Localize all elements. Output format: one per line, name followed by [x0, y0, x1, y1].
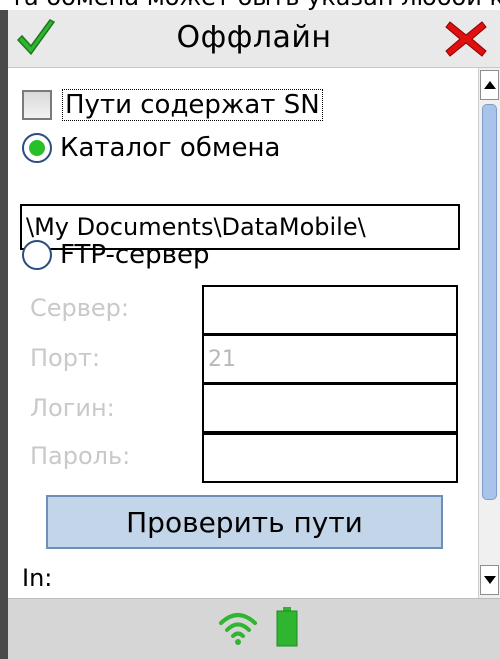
scroll-down-button[interactable]	[480, 565, 499, 595]
server-label: Сервер:	[30, 294, 129, 322]
paths-sn-label[interactable]: Пути содержат SN	[62, 89, 323, 121]
check-paths-button[interactable]: Проверить пути	[46, 495, 443, 549]
login-input[interactable]	[202, 383, 458, 433]
battery-icon	[276, 607, 298, 647]
window-title: Оффлайн	[176, 20, 332, 55]
exchange-dir-label[interactable]: Каталог обмена	[60, 133, 280, 163]
password-input[interactable]	[202, 433, 458, 483]
background-text: та обмена может быть указан любой катало…	[10, 0, 500, 10]
ftp-row[interactable]: FTP-сервер	[8, 240, 210, 270]
wifi-icon	[219, 613, 257, 645]
scroll-thumb[interactable]	[482, 104, 497, 500]
in-label: In:	[22, 564, 53, 592]
background-text-strip: та обмена может быть указан любой катало…	[0, 0, 500, 10]
arrow-down-icon	[483, 576, 496, 584]
paths-sn-checkbox[interactable]	[22, 90, 52, 120]
port-label: Порт:	[30, 344, 101, 372]
password-label: Пароль:	[30, 442, 131, 470]
login-label: Логин:	[30, 394, 115, 422]
arrow-up-icon	[483, 81, 496, 89]
close-x-icon[interactable]	[444, 18, 488, 60]
left-border	[0, 10, 8, 659]
offline-settings-window: Оффлайн Пути содержат SN Каталог обмена …	[8, 10, 500, 659]
exchange-dir-radio[interactable]	[22, 133, 52, 163]
vertical-scrollbar[interactable]	[478, 68, 500, 598]
settings-content: Пути содержат SN Каталог обмена \My Docu…	[8, 68, 478, 598]
ftp-label[interactable]: FTP-сервер	[60, 240, 210, 270]
exchange-dir-row[interactable]: Каталог обмена	[8, 133, 280, 163]
server-input[interactable]	[202, 285, 458, 335]
title-bar: Оффлайн	[8, 10, 500, 68]
status-bar	[8, 598, 500, 659]
paths-sn-row[interactable]: Пути содержат SN	[8, 89, 323, 121]
ftp-radio[interactable]	[22, 240, 52, 270]
scroll-up-button[interactable]	[480, 70, 499, 100]
port-input[interactable]: 21	[202, 334, 458, 384]
